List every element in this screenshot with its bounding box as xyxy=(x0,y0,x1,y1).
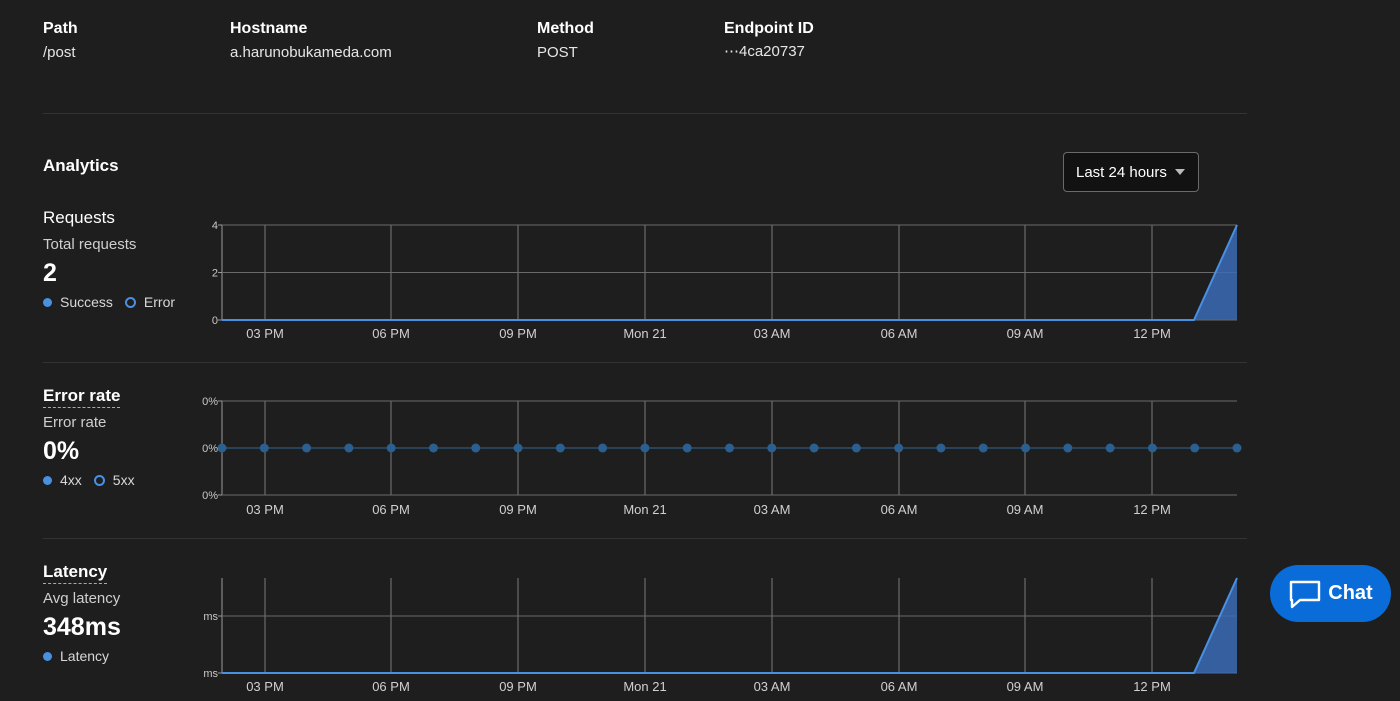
error_rate-point xyxy=(851,443,861,453)
error_rate-point xyxy=(809,443,819,453)
requests-y-tick-label: 4 xyxy=(212,220,218,232)
analytics-charts: 03 PM 06 PM 09 PM Mon 21 03 AM 06 AM 09 AM 12 P… xyxy=(202,220,1242,694)
requests-y-tick-label: 2 xyxy=(212,268,218,280)
requests-x-tick-label: 06 AM xyxy=(881,326,918,341)
error_rate-x-tick-label: 06 PM xyxy=(372,502,410,517)
requests-x-tick-label: 12 PM xyxy=(1133,326,1171,341)
latency-line xyxy=(222,577,1238,674)
error_rate-x-tick-label: 09 PM xyxy=(499,502,537,517)
latency-y-tick-label: ms xyxy=(203,668,218,680)
chat-button[interactable]: Chat xyxy=(1270,565,1391,622)
error_rate-point xyxy=(598,443,608,453)
error_rate-point xyxy=(936,443,946,453)
error_rate-point xyxy=(1190,443,1200,453)
error_rate-x-tick-label: 03 PM xyxy=(246,502,284,517)
latency-x-tick-label: 03 PM xyxy=(246,679,284,694)
error_rate-y-tick-label: 0% xyxy=(202,490,218,502)
error_rate-point xyxy=(640,443,650,453)
error_rate-point xyxy=(428,443,438,453)
error_rate-x-tick-label: 03 AM xyxy=(754,502,791,517)
error_rate-y-tick-label: 0% xyxy=(202,443,218,455)
error_rate-point xyxy=(1105,443,1115,453)
latency-area xyxy=(222,578,1237,673)
chat-label: Chat xyxy=(1328,582,1373,604)
latency-x-tick-label: 12 PM xyxy=(1133,679,1171,694)
requests-x-tick-label: Mon 21 xyxy=(623,326,666,341)
error_rate-point xyxy=(1147,443,1157,453)
requests-x-tick-label: 09 PM xyxy=(499,326,537,341)
latency-y-tick-label: ms xyxy=(203,611,218,623)
error_rate-point xyxy=(217,443,227,453)
error_rate-point xyxy=(555,443,565,453)
error_rate-point xyxy=(259,443,269,453)
error_rate-y-tick-label: 0% xyxy=(202,396,218,408)
error_rate-point xyxy=(682,443,692,453)
error_rate-point xyxy=(302,443,312,453)
latency-x-tick-label: Mon 21 xyxy=(623,679,666,694)
error_rate-point xyxy=(767,443,777,453)
latency-x-tick-label: 09 AM xyxy=(1007,679,1044,694)
error_rate-point xyxy=(386,443,396,453)
error_rate-point xyxy=(978,443,988,453)
latency-x-tick-label: 06 AM xyxy=(881,679,918,694)
requests-x-tick-label: 03 AM xyxy=(754,326,791,341)
error_rate-x-tick-label: 09 AM xyxy=(1007,502,1044,517)
error_rate-point xyxy=(1021,443,1031,453)
latency-x-tick-label: 06 PM xyxy=(372,679,410,694)
requests-x-tick-label: 03 PM xyxy=(246,326,284,341)
error_rate-point xyxy=(471,443,481,453)
error_rate-x-tick-label: Mon 21 xyxy=(623,502,666,517)
requests-y-tick-label: 0 xyxy=(212,315,218,327)
error_rate-x-tick-label: 12 PM xyxy=(1133,502,1171,517)
error_rate-point xyxy=(894,443,904,453)
requests-x-tick-label: 09 AM xyxy=(1007,326,1044,341)
error_rate-point xyxy=(513,443,523,453)
requests-x-tick-label: 06 PM xyxy=(372,326,410,341)
chat-bubble-icon xyxy=(1290,580,1321,608)
error_rate-point xyxy=(344,443,354,453)
error_rate-point xyxy=(1063,443,1073,453)
error_rate-point xyxy=(725,443,734,453)
error_rate-point xyxy=(1232,443,1242,453)
latency-x-tick-label: 03 AM xyxy=(754,679,791,694)
error_rate-x-tick-label: 06 AM xyxy=(881,502,918,517)
latency-x-tick-label: 09 PM xyxy=(499,679,537,694)
